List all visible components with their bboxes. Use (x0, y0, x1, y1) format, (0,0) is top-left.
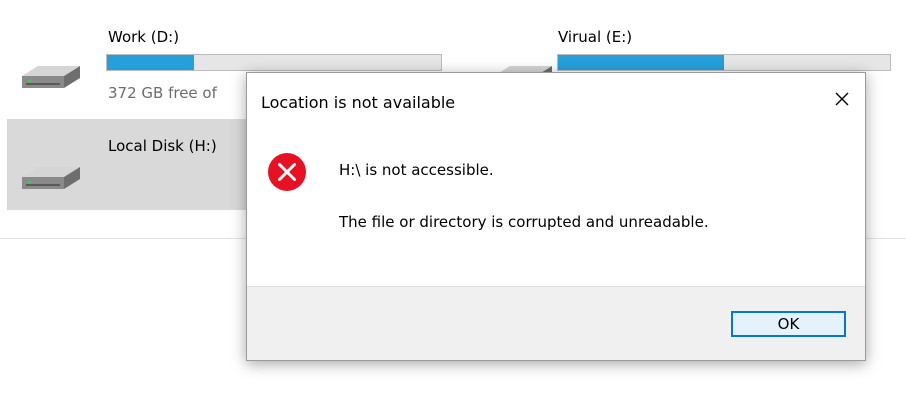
dialog-message-primary: H:\ is not accessible. (339, 161, 494, 179)
dialog-footer: OK (247, 286, 865, 360)
error-icon (267, 152, 307, 192)
dialog-body: H:\ is not accessible. The file or direc… (247, 129, 865, 288)
free-space-text: 372 GB free of (108, 84, 217, 102)
ok-button[interactable]: OK (731, 311, 846, 337)
error-dialog: Location is not available H:\ is not acc… (246, 72, 866, 361)
hard-drive-icon (18, 163, 82, 199)
drive-name: Local Disk (H:) (108, 137, 217, 155)
dialog-titlebar[interactable]: Location is not available (247, 73, 865, 129)
dialog-message-secondary: The file or directory is corrupted and u… (339, 213, 709, 231)
hard-drive-icon (18, 62, 82, 98)
usage-bar (557, 54, 891, 71)
close-icon (834, 91, 850, 111)
usage-bar-fill (558, 55, 724, 70)
dialog-title: Location is not available (261, 93, 456, 112)
drive-name: Work (D:) (108, 28, 180, 46)
usage-bar-fill (107, 55, 194, 70)
ok-button-label: OK (777, 315, 800, 333)
drive-name: Virual (E:) (558, 28, 633, 46)
close-button[interactable] (819, 73, 865, 129)
usage-bar (106, 54, 442, 71)
